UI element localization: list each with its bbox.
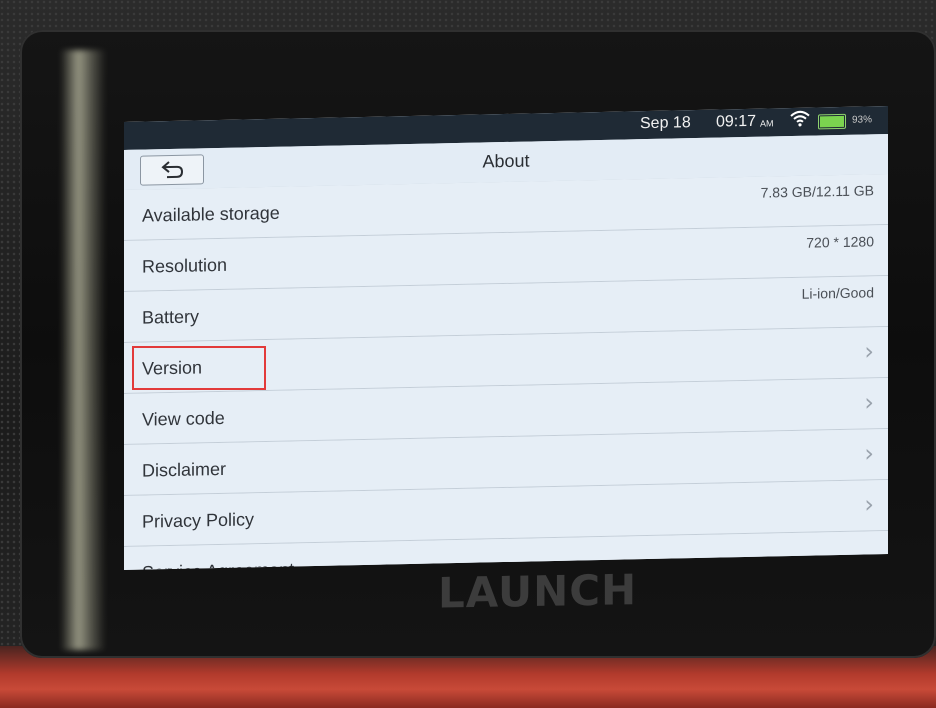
row-label: Battery: [142, 306, 200, 328]
chevron-right-icon: ›: [864, 337, 874, 366]
status-ampm: AM: [760, 118, 774, 129]
battery-percent: 93%: [852, 114, 873, 126]
page-title: About: [482, 150, 530, 172]
status-time: 09:17: [716, 112, 757, 131]
row-label: Disclaimer: [142, 458, 227, 481]
row-label: Resolution: [142, 254, 228, 277]
version-highlight-box: [132, 346, 266, 390]
brand-logo: LAUNCH: [438, 565, 638, 618]
chevron-right-icon: ›: [864, 439, 874, 468]
light-glare: [60, 50, 106, 650]
wifi-icon: [790, 110, 810, 133]
row-label: Available storage: [142, 202, 280, 226]
row-label: View code: [142, 407, 225, 430]
row-value: 7.83 GB/12.11 GB: [760, 182, 874, 201]
row-value: Li-ion/Good: [801, 284, 874, 302]
chevron-right-icon: ›: [864, 490, 874, 519]
chevron-right-icon: ›: [864, 388, 874, 417]
device-screen: Sep 18 09:17 AM 93% About Available stor…: [124, 105, 888, 570]
battery-icon: [818, 113, 846, 130]
status-date: Sep 18: [640, 114, 691, 133]
row-label: Privacy Policy: [142, 509, 255, 532]
row-value: 720 * 1280: [806, 233, 874, 251]
